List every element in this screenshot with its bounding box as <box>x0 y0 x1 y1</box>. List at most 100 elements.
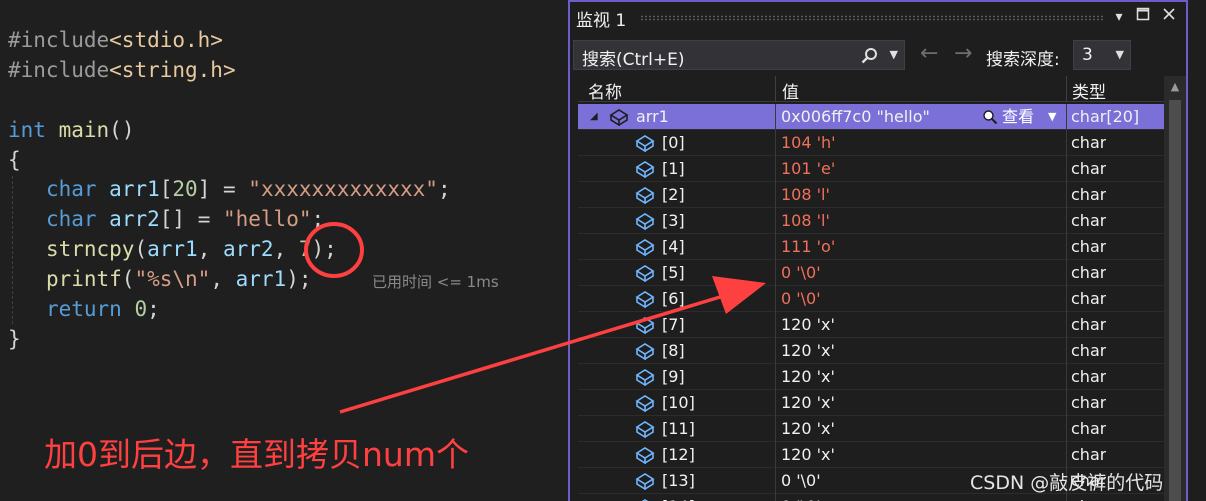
punctuation: ); <box>286 267 312 291</box>
drag-grip[interactable] <box>640 15 1105 21</box>
watch-value[interactable]: 120 'x' <box>781 312 835 338</box>
watch-row[interactable]: [10] 120 'x' char <box>578 390 1164 416</box>
code-line-6[interactable]: char arr1[20] = "xxxxxxxxxxxxx"; <box>8 174 451 204</box>
watch-value[interactable]: 0x006ff7c0 "hello" <box>781 104 930 130</box>
code-line-1[interactable]: #include<stdio.h> <box>8 25 223 55</box>
code-line-4[interactable]: int main() <box>8 115 134 145</box>
watch-value[interactable]: 108 'l' <box>781 182 830 208</box>
column-divider <box>1066 286 1067 312</box>
watch-row[interactable]: [7] 120 'x' char <box>578 312 1164 338</box>
watch-type: char <box>1071 393 1107 412</box>
scroll-up-icon[interactable]: ▲ <box>1164 80 1186 93</box>
column-divider <box>1066 364 1067 390</box>
watch-value[interactable]: 104 'h' <box>781 130 836 156</box>
watch-row[interactable]: [0] 104 'h' char <box>578 130 1164 156</box>
maximize-icon[interactable] <box>1132 6 1154 28</box>
watch-row[interactable]: [5] 0 '\0' char <box>578 260 1164 286</box>
code-editor[interactable]: #include<stdio.h> #include<string.h> int… <box>0 0 568 501</box>
watermark: CSDN @敲皮裤的代码 <box>970 472 1164 494</box>
watch-row[interactable]: [11] 120 'x' char <box>578 416 1164 442</box>
watch-value[interactable]: 120 'x' <box>781 416 835 442</box>
watch-value[interactable]: 120 'x' <box>781 442 835 468</box>
watch-row[interactable]: [14] 0 '\0' char <box>578 494 1164 501</box>
variable-field-icon <box>635 239 655 256</box>
watch-window: 监视 1 ▾ 搜索(Ctrl+E) ▼ ← → 搜索深度: 3 ▼ 名称 值 类… <box>568 0 1188 501</box>
watch-value[interactable]: 120 'x' <box>781 338 835 364</box>
watch-row[interactable]: [3] 108 'l' char <box>578 208 1164 234</box>
punctuation: ; <box>311 207 325 231</box>
watch-row[interactable]: [12] 120 'x' char <box>578 442 1164 468</box>
code-line-9[interactable]: printf("%s\n", arr1); <box>8 264 312 294</box>
column-divider <box>775 364 776 390</box>
search-input[interactable]: 搜索(Ctrl+E) ▼ <box>573 40 905 70</box>
watch-name: [13] <box>662 471 695 490</box>
column-divider <box>1066 416 1067 442</box>
watch-value[interactable]: 0 '\0' <box>781 260 821 286</box>
watch-value[interactable]: 111 'o' <box>781 234 835 260</box>
annotation-text: 加0到后边，直到拷贝num个 <box>44 435 469 474</box>
close-icon[interactable] <box>1158 6 1180 28</box>
watch-value[interactable]: 120 'x' <box>781 390 835 416</box>
column-header-value[interactable]: 值 <box>782 78 799 103</box>
search-forward-icon[interactable]: → <box>954 42 972 66</box>
watch-type: char <box>1071 315 1107 334</box>
column-divider <box>775 130 776 156</box>
variable-field-icon <box>635 213 655 230</box>
number-literal: 0 <box>134 297 148 321</box>
magnifier-icon[interactable] <box>982 109 998 125</box>
watch-value[interactable]: 0 '\0' <box>781 286 821 312</box>
code-line-5[interactable]: { <box>8 145 21 175</box>
watch-type: char <box>1071 185 1107 204</box>
watch-row[interactable]: [8] 120 'x' char <box>578 338 1164 364</box>
watch-name: [4] <box>662 237 685 256</box>
watch-row[interactable]: [2] 108 'l' char <box>578 182 1164 208</box>
search-placeholder: 搜索(Ctrl+E) <box>582 50 685 70</box>
code-line-2[interactable]: #include<string.h> <box>8 55 236 85</box>
watch-type: char <box>1071 237 1107 256</box>
column-divider <box>1066 390 1067 416</box>
visualizer-dropdown-icon[interactable]: ▼ <box>1048 104 1056 130</box>
watch-row[interactable]: [6] 0 '\0' char <box>578 286 1164 312</box>
column-divider <box>1066 156 1067 182</box>
variable-object-icon <box>609 109 629 126</box>
watch-value[interactable]: 0 '\0' <box>781 468 821 494</box>
column-header-type[interactable]: 类型 <box>1072 78 1106 103</box>
text-visualizer-button[interactable]: 查看 <box>1002 104 1034 130</box>
watch-value[interactable]: 120 'x' <box>781 364 835 390</box>
search-depth-select[interactable]: 3 ▼ <box>1073 40 1131 70</box>
keyword: return <box>45 297 122 321</box>
search-depth-label: 搜索深度: <box>986 50 1060 70</box>
watch-row[interactable]: [1] 101 'e' char <box>578 156 1164 182</box>
preprocessor-directive: #include <box>8 58 110 82</box>
column-divider[interactable] <box>775 76 776 102</box>
code-line-7[interactable]: char arr2[] = "hello"; <box>8 204 324 234</box>
watch-row[interactable]: [9] 120 'x' char <box>578 364 1164 390</box>
window-menu-icon[interactable]: ▾ <box>1108 6 1130 28</box>
watch-titlebar[interactable]: 监视 1 ▾ <box>570 2 1186 34</box>
column-divider[interactable] <box>1066 76 1067 102</box>
collapse-triangle-icon[interactable]: ◢ <box>590 111 598 122</box>
column-header-name[interactable]: 名称 <box>588 78 622 103</box>
search-icon[interactable] <box>860 46 880 66</box>
code-line-10[interactable]: return 0; <box>8 294 160 324</box>
column-divider <box>775 234 776 260</box>
watch-name: [14] <box>662 494 695 501</box>
watch-row-root[interactable]: ◢ arr1 0x006ff7c0 "hello" 查看 ▼ char[20] <box>578 104 1164 130</box>
watch-name: [10] <box>662 393 695 412</box>
watch-value[interactable]: 108 'l' <box>781 208 830 234</box>
watch-row[interactable]: [4] 111 'o' char <box>578 234 1164 260</box>
code-line-11[interactable]: } <box>8 324 21 354</box>
search-back-icon[interactable]: ← <box>920 42 938 66</box>
punctuation: ; <box>147 297 160 321</box>
punctuation: ; <box>437 177 451 201</box>
code-line-8[interactable]: strncpy(arr1, arr2, 7); <box>8 234 337 264</box>
variable-field-icon <box>635 421 655 438</box>
search-dropdown-icon[interactable]: ▼ <box>890 44 898 66</box>
variable-field-icon <box>635 187 655 204</box>
column-divider <box>1066 182 1067 208</box>
column-divider <box>775 104 776 130</box>
watch-value[interactable]: 101 'e' <box>781 156 835 182</box>
watch-value[interactable]: 0 '\0' <box>781 494 821 501</box>
vertical-scrollbar[interactable]: ▲ <box>1164 76 1186 501</box>
scroll-thumb[interactable] <box>1169 100 1181 501</box>
